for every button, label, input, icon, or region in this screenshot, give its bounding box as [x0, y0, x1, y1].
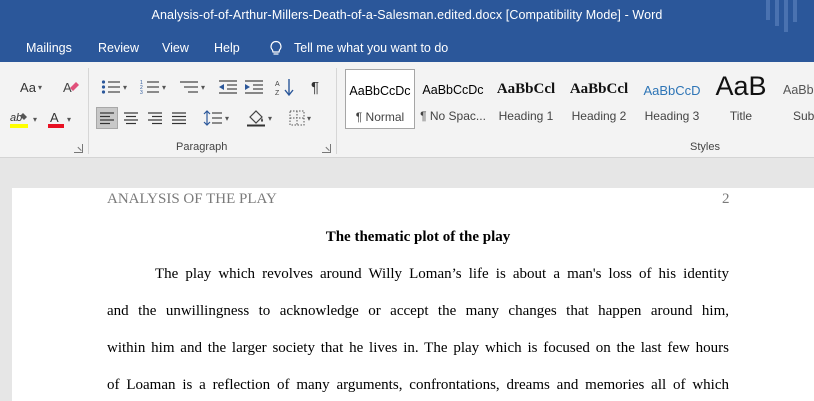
tab-mailings[interactable]: Mailings — [26, 41, 72, 55]
title-bar: Analysis-of-of-Arthur-Millers-Death-of-a… — [0, 0, 814, 34]
tab-help[interactable]: Help — [214, 41, 240, 55]
paint-bucket-icon — [246, 110, 265, 127]
highlight-color-button[interactable]: ab ▾ — [6, 108, 40, 130]
font-color-icon: A — [47, 110, 64, 128]
body-line: within him and the larger society that h… — [107, 340, 729, 356]
svg-text:A: A — [50, 110, 59, 125]
document-page[interactable]: ANALYSIS OF THE PLAY 2 The thematic plot… — [12, 188, 814, 401]
align-left-button[interactable] — [96, 107, 118, 129]
styles-gallery: AaBbCcDc ¶ Normal AaBbCcDc ¶ No Spac... … — [345, 69, 814, 129]
align-right-button[interactable] — [144, 107, 166, 129]
highlighter-icon: ab — [9, 112, 28, 128]
body-line: The play which revolves around Willy Lom… — [155, 266, 729, 282]
increase-indent-icon — [245, 80, 263, 94]
style-no-spacing[interactable]: AaBbCcDc ¶ No Spac... — [417, 69, 489, 129]
decrease-indent-icon — [219, 80, 237, 94]
svg-text:Z: Z — [275, 90, 280, 96]
title-decoration-icon — [766, 0, 797, 32]
style-heading-2[interactable]: AaBbCcl Heading 2 — [563, 69, 635, 129]
borders-button[interactable]: ▾ — [282, 107, 318, 129]
font-dialog-launcher[interactable] — [74, 144, 83, 153]
ribbon-tabs: Mailings Review View Help Tell me what y… — [0, 34, 814, 62]
shading-button[interactable]: ▾ — [242, 107, 276, 129]
multilevel-list-button[interactable]: ▾ — [174, 76, 210, 98]
svg-text:ab: ab — [10, 112, 22, 124]
justify-icon — [172, 112, 186, 125]
group-separator — [336, 68, 337, 154]
ribbon: Aa ▾ A ab ▾ A ▾ ▾ 1 2 3 ▾ ▾ A Z ¶ ▾ ▾ ▾ … — [0, 62, 814, 158]
group-separator — [88, 68, 89, 154]
borders-icon — [289, 110, 305, 126]
style-heading-3[interactable]: AaBbCcD Heading 3 — [636, 69, 708, 129]
window-title: Analysis-of-of-Arthur-Millers-Death-of-a… — [151, 8, 663, 22]
show-formatting-marks-button[interactable]: ¶ — [304, 76, 326, 98]
align-center-button[interactable] — [120, 107, 142, 129]
style-subtitle[interactable]: AaBb Subt — [775, 69, 814, 129]
align-center-icon — [124, 112, 138, 125]
change-case-button[interactable]: Aa ▾ — [14, 76, 48, 98]
style-normal[interactable]: AaBbCcDc ¶ Normal — [345, 69, 415, 129]
style-title[interactable]: AaB Title — [709, 69, 773, 129]
justify-button[interactable] — [168, 107, 190, 129]
pilcrow-icon: ¶ — [310, 78, 320, 96]
decrease-indent-button[interactable] — [216, 76, 240, 98]
styles-group-label: Styles — [690, 141, 720, 153]
paragraph-dialog-launcher[interactable] — [322, 144, 331, 153]
paragraph-group-label: Paragraph — [176, 141, 228, 153]
line-spacing-icon — [203, 110, 222, 126]
bullets-button[interactable]: ▾ — [96, 76, 132, 98]
clear-formatting-icon[interactable]: A — [60, 76, 80, 98]
document-heading: The thematic plot of the play — [325, 229, 511, 245]
sort-icon: A Z — [275, 79, 294, 96]
style-heading-1[interactable]: AaBbCcl Heading 1 — [490, 69, 562, 129]
line-spacing-button[interactable]: ▾ — [198, 107, 234, 129]
numbering-button[interactable]: 1 2 3 ▾ — [134, 76, 172, 98]
body-line: and the unwillingness to acknowledge or … — [107, 303, 729, 319]
bullets-icon — [101, 80, 120, 94]
tab-review[interactable]: Review — [98, 41, 139, 55]
tab-view[interactable]: View — [162, 41, 189, 55]
lightbulb-icon — [270, 40, 282, 55]
align-right-icon — [148, 112, 162, 125]
body-line: of Loaman is a reflection of many argume… — [107, 377, 729, 393]
multilevel-list-icon — [179, 81, 198, 93]
font-color-button[interactable]: A ▾ — [42, 108, 76, 130]
document-area: ANALYSIS OF THE PLAY 2 The thematic plot… — [0, 158, 814, 401]
svg-text:3: 3 — [140, 90, 143, 95]
align-left-icon — [100, 112, 114, 125]
increase-indent-button[interactable] — [242, 76, 266, 98]
sort-button[interactable]: A Z — [272, 76, 298, 98]
tell-me-search[interactable]: Tell me what you want to do — [294, 41, 448, 55]
page-header: ANALYSIS OF THE PLAY — [107, 191, 277, 207]
numbering-icon: 1 2 3 — [140, 80, 159, 95]
svg-text:A: A — [275, 81, 280, 88]
page-number: 2 — [722, 191, 730, 207]
